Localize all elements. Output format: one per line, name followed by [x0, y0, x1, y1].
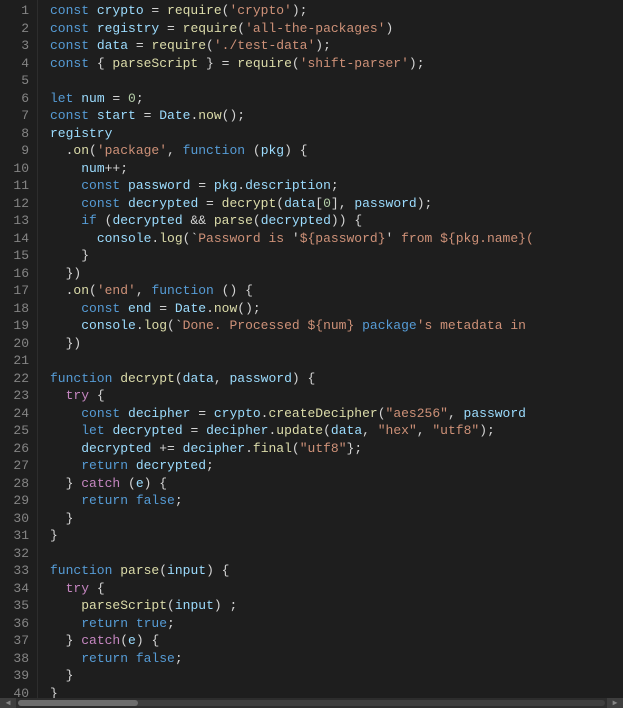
- code-line: .on('end', function () {: [50, 282, 623, 300]
- code-line: const { parseScript } = require('shift-p…: [50, 55, 623, 73]
- code-line: const decrypted = decrypt(data[0], passw…: [50, 195, 623, 213]
- code-line: }: [50, 247, 623, 265]
- code-line: .on('package', function (pkg) {: [50, 142, 623, 160]
- scroll-left-arrow[interactable]: ◀: [0, 698, 16, 708]
- line-number: 35: [8, 597, 29, 615]
- line-number: 13: [8, 212, 29, 230]
- line-number: 33: [8, 562, 29, 580]
- line-number: 9: [8, 142, 29, 160]
- line-number: 22: [8, 370, 29, 388]
- code-line: registry: [50, 125, 623, 143]
- line-number: 10: [8, 160, 29, 178]
- code-line: [50, 352, 623, 370]
- code-line: let decrypted = decipher.update(data, "h…: [50, 422, 623, 440]
- line-number: 14: [8, 230, 29, 248]
- line-number: 23: [8, 387, 29, 405]
- code-line: return true;: [50, 615, 623, 633]
- code-line: let num = 0;: [50, 90, 623, 108]
- scrollbar-track[interactable]: [18, 700, 605, 706]
- line-number: 3: [8, 37, 29, 55]
- line-number: 15: [8, 247, 29, 265]
- code-line: }: [50, 510, 623, 528]
- code-line: }: [50, 667, 623, 685]
- code-line: console.log(`Password is '${password}' f…: [50, 230, 623, 248]
- code-line: return false;: [50, 650, 623, 668]
- code-line: }): [50, 265, 623, 283]
- code-line: decrypted += decipher.final("utf8"};: [50, 440, 623, 458]
- line-number: 16: [8, 265, 29, 283]
- code-line: const data = require('./test-data');: [50, 37, 623, 55]
- line-number: 17: [8, 282, 29, 300]
- line-number: 29: [8, 492, 29, 510]
- line-number: 24: [8, 405, 29, 423]
- line-number: 37: [8, 632, 29, 650]
- line-number: 11: [8, 177, 29, 195]
- line-number: 25: [8, 422, 29, 440]
- scrollbar-thumb[interactable]: [18, 700, 138, 706]
- line-number: 8: [8, 125, 29, 143]
- line-number: 4: [8, 55, 29, 73]
- code-line: } catch(e) {: [50, 632, 623, 650]
- line-number: 38: [8, 650, 29, 668]
- code-line: if (decrypted && parse(decrypted)) {: [50, 212, 623, 230]
- code-line: try {: [50, 387, 623, 405]
- line-number: 12: [8, 195, 29, 213]
- code-line: num++;: [50, 160, 623, 178]
- horizontal-scrollbar[interactable]: ◀ ▶: [0, 698, 623, 708]
- line-number: 20: [8, 335, 29, 353]
- line-number: 39: [8, 667, 29, 685]
- code-line: }: [50, 527, 623, 545]
- code-line: const start = Date.now();: [50, 107, 623, 125]
- line-number: 32: [8, 545, 29, 563]
- code-line: }: [50, 685, 623, 699]
- code-line: const end = Date.now();: [50, 300, 623, 318]
- line-number: 1: [8, 2, 29, 20]
- line-numbers: 1234567891011121314151617181920212223242…: [0, 0, 38, 698]
- line-number: 2: [8, 20, 29, 38]
- code-line: const decipher = crypto.createDecipher("…: [50, 405, 623, 423]
- code-line: [50, 72, 623, 90]
- code-line: }): [50, 335, 623, 353]
- line-number: 7: [8, 107, 29, 125]
- line-number: 5: [8, 72, 29, 90]
- code-line: } catch (e) {: [50, 475, 623, 493]
- code-content[interactable]: const crypto = require('crypto');const r…: [38, 0, 623, 698]
- line-number: 34: [8, 580, 29, 598]
- line-number: 18: [8, 300, 29, 318]
- scroll-right-arrow[interactable]: ▶: [607, 698, 623, 708]
- code-line: const password = pkg.description;: [50, 177, 623, 195]
- line-number: 28: [8, 475, 29, 493]
- code-line: const registry = require('all-the-packag…: [50, 20, 623, 38]
- line-number: 6: [8, 90, 29, 108]
- code-editor: 1234567891011121314151617181920212223242…: [0, 0, 623, 708]
- code-line: function decrypt(data, password) {: [50, 370, 623, 388]
- line-number: 27: [8, 457, 29, 475]
- code-area[interactable]: 1234567891011121314151617181920212223242…: [0, 0, 623, 698]
- line-number: 31: [8, 527, 29, 545]
- line-number: 40: [8, 685, 29, 699]
- code-line: console.log(`Done. Processed ${num} pack…: [50, 317, 623, 335]
- code-line: return decrypted;: [50, 457, 623, 475]
- code-line: [50, 545, 623, 563]
- code-line: return false;: [50, 492, 623, 510]
- line-number: 36: [8, 615, 29, 633]
- line-number: 19: [8, 317, 29, 335]
- line-number: 30: [8, 510, 29, 528]
- line-number: 21: [8, 352, 29, 370]
- code-line: try {: [50, 580, 623, 598]
- code-line: const crypto = require('crypto');: [50, 2, 623, 20]
- line-number: 26: [8, 440, 29, 458]
- code-line: parseScript(input) ;: [50, 597, 623, 615]
- code-line: function parse(input) {: [50, 562, 623, 580]
